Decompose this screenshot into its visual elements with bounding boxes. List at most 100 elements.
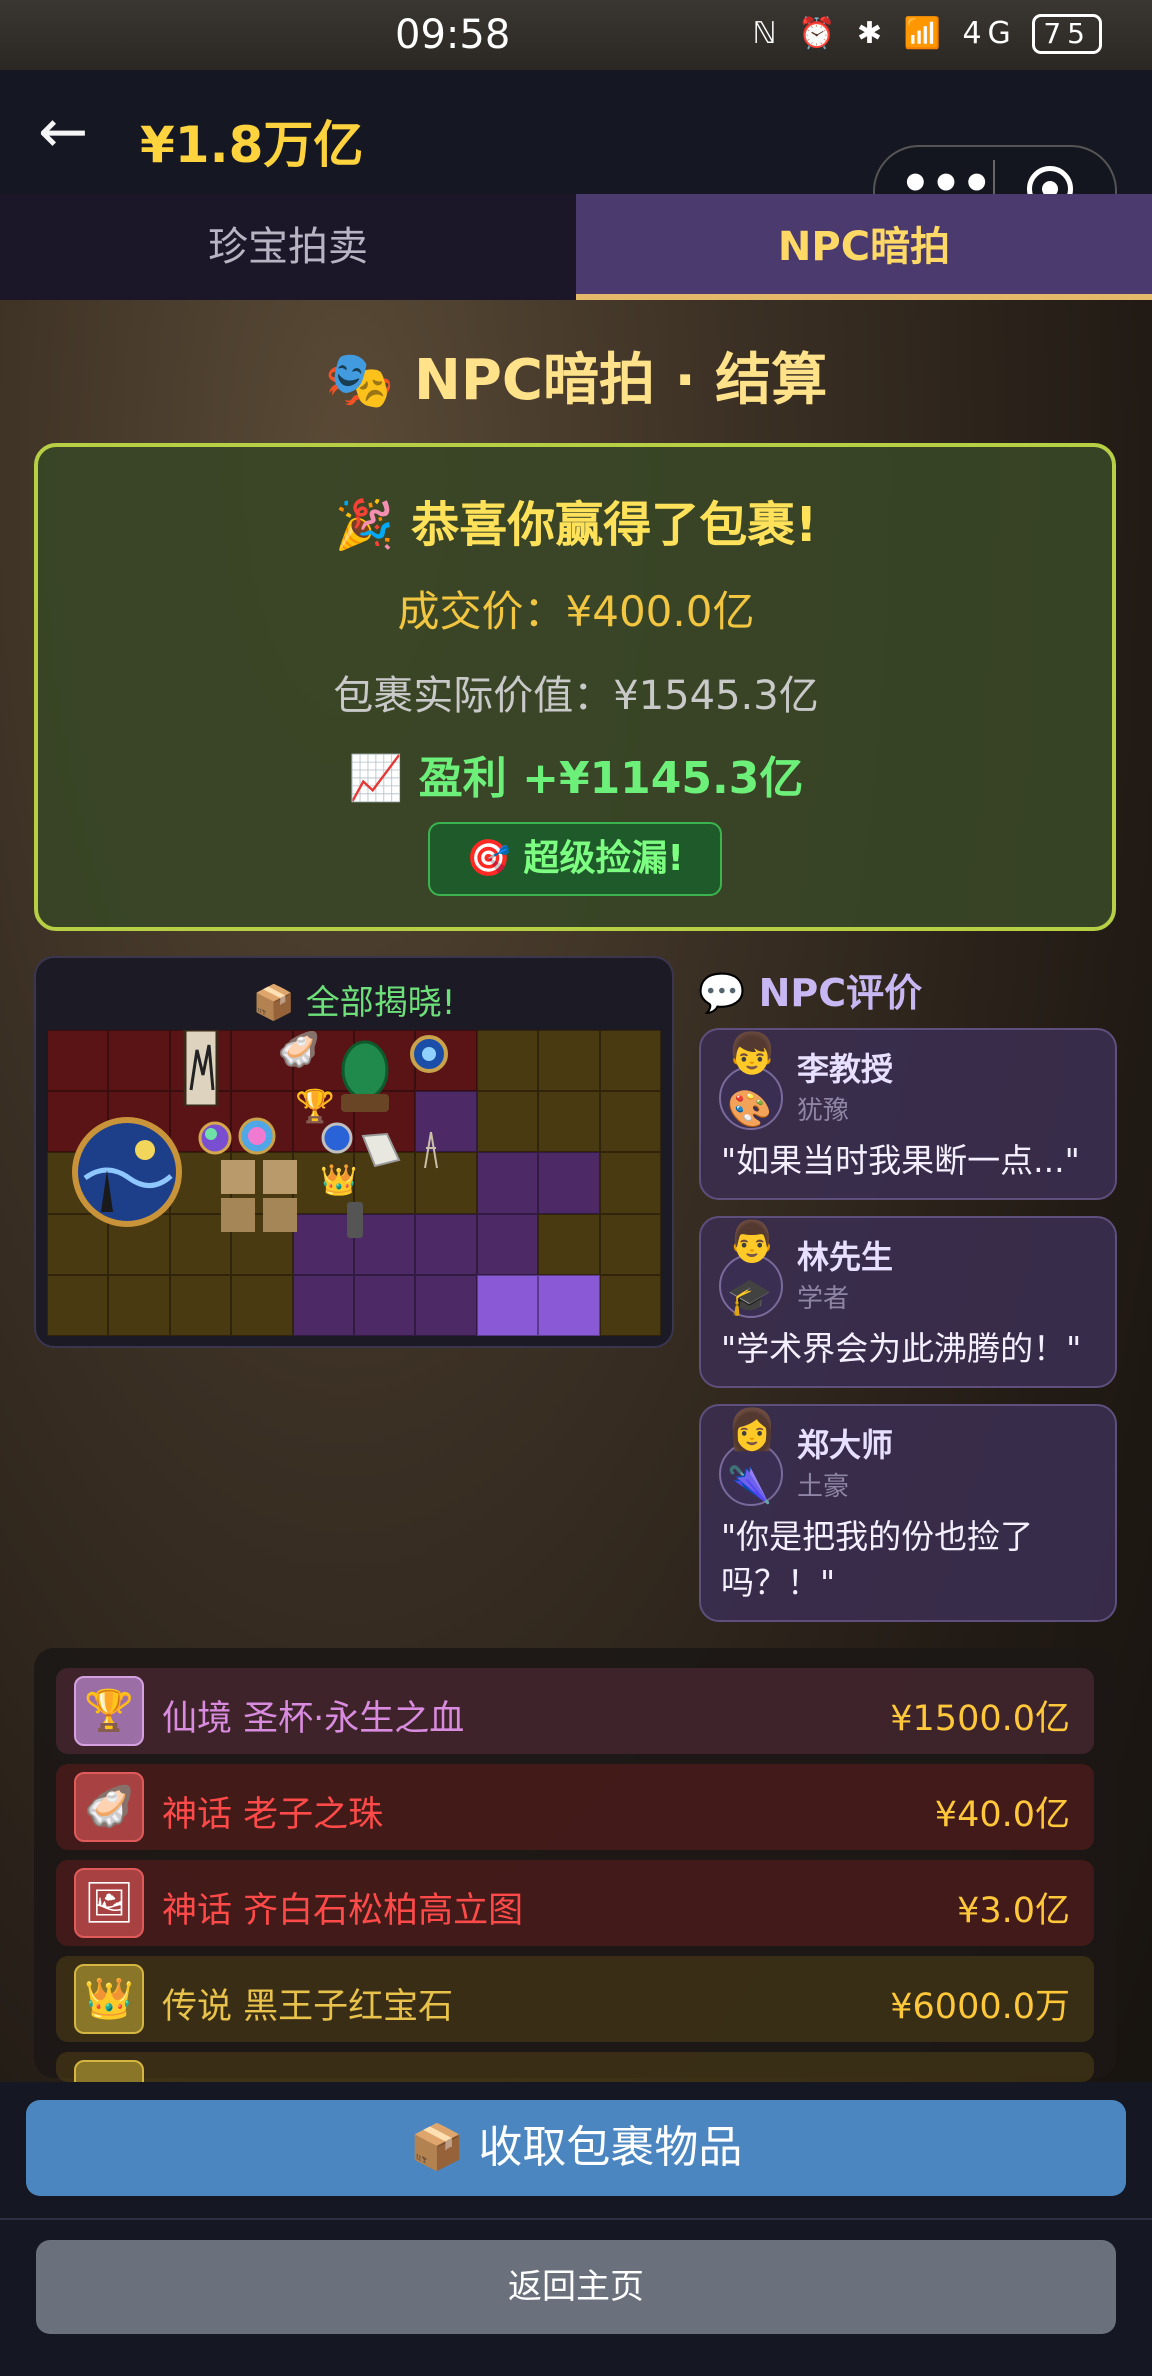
win-message: 🎉 恭喜你赢得了包裹! (0, 485, 1152, 555)
scroll-painting-icon[interactable] (183, 1030, 219, 1106)
woman-icon: 👩 (727, 1407, 777, 1453)
npc-role: 土豪 (797, 1472, 850, 1502)
npc-quote: "你是把我的份也捡了吗？！" (721, 1517, 1034, 1602)
collect-items-label: 收取包裹物品 (478, 2122, 743, 2173)
list-item[interactable]: 🖼 神话 齐白石松柏高立图 ¥3.0亿 (56, 1860, 1094, 1946)
boy-icon: 👦 (727, 1031, 777, 1077)
rainbow-orb-icon[interactable] (237, 1116, 277, 1156)
npc-comment-card: 👦 🎨 李教授 犹豫 "如果当时我果断一点..." (699, 1028, 1117, 1200)
grid-cell (47, 1030, 109, 1092)
npc-quote: "如果当时我果断一点..." (721, 1141, 1080, 1180)
npc-section-title-text: NPC评价 (758, 971, 923, 1015)
ruby-crown-icon: 👑 (74, 1964, 144, 2034)
grid-cell (354, 1274, 416, 1336)
grid-cell (476, 1030, 539, 1092)
npc-role: 犹豫 (797, 1096, 850, 1126)
item-name: 神话 老子之珠 (162, 1795, 384, 1835)
connectivity-icons: ℕ ⏰ ✱ 📶 4G (752, 16, 1017, 51)
target-icon: 🎯 (466, 838, 511, 879)
bronze-figure-icon[interactable] (419, 1130, 443, 1170)
umbrella-icon: 🌂 (727, 1465, 772, 1506)
jade-rock-icon[interactable] (325, 1036, 405, 1116)
pearl-oyster-icon[interactable]: 🦪 (278, 1030, 320, 1070)
list-item-partial[interactable] (56, 2052, 1094, 2082)
grid-cell (415, 1213, 477, 1275)
speech-bubble-icon: 💬 (698, 971, 746, 1015)
holy-grail-icon: 🏆 (74, 1676, 144, 1746)
grid-cell (538, 1091, 600, 1153)
grid-cell (599, 1030, 662, 1092)
npc-section-title: 💬 NPC评价 (698, 962, 922, 1017)
item-name: 传说 黑王子红宝石 (162, 1987, 454, 2027)
npc-comment-card: 👨 🎓 林先生 学者 "学术界会为此沸腾的！" (699, 1216, 1117, 1388)
profit-text: 盈利 +¥1145.3亿 (418, 753, 804, 804)
man-icon: 👨 (727, 1219, 777, 1265)
grid-cell (599, 1274, 662, 1336)
grid-cell (108, 1274, 170, 1336)
battery-icon: 75 (1032, 14, 1102, 54)
npc-name: 郑大师 (797, 1426, 894, 1464)
opal-gem-icon[interactable] (197, 1120, 233, 1156)
item-name: 神话 齐白石松柏高立图 (162, 1891, 524, 1931)
tab-treasure-auction[interactable]: 珍宝拍卖 (0, 194, 576, 300)
item-price: ¥6000.0万 (890, 1987, 1070, 2027)
list-item[interactable]: 👑 传说 黑王子红宝石 ¥6000.0万 (56, 1956, 1094, 2042)
npc-quote: "学术界会为此沸腾的！" (721, 1329, 1082, 1368)
grid-cell (599, 1091, 662, 1153)
badge-text: 超级捡漏! (523, 838, 684, 879)
grid-cell (47, 1274, 109, 1336)
inventory-grid: 🦪 🏆 👑 (47, 1030, 662, 1336)
deal-price: 成交价：¥400.0亿 (397, 587, 755, 636)
balance-display: ¥1.8万亿 (140, 116, 364, 174)
grid-cell (415, 1274, 477, 1336)
page-title-text: NPC暗拍 · 结算 (413, 348, 828, 413)
system-icons: ℕ ⏰ ✱ 📶 4G 75 (752, 14, 1102, 54)
grid-cell (476, 1091, 539, 1153)
tab-npc-blind-auction[interactable]: NPC暗拍 (576, 194, 1152, 300)
grid-cell (599, 1213, 662, 1275)
grid-cell (169, 1274, 232, 1336)
item-price: ¥40.0亿 (934, 1795, 1070, 1835)
item-price: ¥3.0亿 (957, 1891, 1070, 1931)
stone-tablet-icon[interactable] (343, 1200, 367, 1240)
party-popper-icon: 🎉 (334, 497, 395, 553)
etching-set-icon[interactable] (219, 1158, 299, 1234)
collect-items-button[interactable]: 📦 收取包裹物品 (26, 2100, 1126, 2196)
painting-icon: 🖼 (74, 1868, 144, 1938)
page-title: 🎭 NPC暗拍 · 结算 (0, 335, 1152, 416)
divider (0, 2218, 1152, 2220)
jade-pendant-icon[interactable] (357, 1130, 403, 1170)
grid-cell (538, 1274, 600, 1336)
black-prince-ruby-icon[interactable]: 👑 (319, 1160, 359, 1200)
item-price: ¥1500.0亿 (890, 1699, 1070, 1739)
list-item[interactable]: 🦪 神话 老子之珠 ¥40.0亿 (56, 1764, 1094, 1850)
sapphire-brooch-icon[interactable] (319, 1120, 355, 1156)
package-icon: 📦 (409, 2122, 465, 2173)
back-arrow-icon[interactable]: ← (38, 102, 88, 162)
blue-medallion-icon[interactable] (409, 1034, 449, 1074)
return-home-button[interactable]: 返回主页 (36, 2240, 1116, 2334)
list-item[interactable]: 🏆 仙境 圣杯·永生之血 ¥1500.0亿 (56, 1668, 1094, 1754)
grid-cell (108, 1030, 170, 1092)
item-thumbnail (74, 2060, 144, 2082)
grid-cell (538, 1152, 600, 1214)
profit: 📈 盈利 +¥1145.3亿 (0, 742, 1152, 806)
grid-cell (231, 1274, 293, 1336)
actual-value: 包裹实际价值：¥1545.3亿 (333, 673, 819, 719)
grid-cell (476, 1213, 539, 1275)
grid-cell (476, 1274, 539, 1336)
npc-name: 李教授 (797, 1050, 894, 1088)
package-icon: 📦 (252, 983, 295, 1023)
grid-cell (476, 1152, 539, 1214)
npc-comment-card: 👩 🌂 郑大师 土豪 "你是把我的份也捡了吗？！" (699, 1404, 1117, 1622)
grid-cell (538, 1030, 600, 1092)
npc-name: 林先生 (797, 1238, 894, 1276)
starry-night-icon[interactable] (71, 1116, 183, 1228)
reveal-title: 📦 全部揭晓! (34, 975, 674, 1024)
npc-role: 学者 (797, 1284, 850, 1314)
win-text: 恭喜你赢得了包裹! (411, 497, 818, 553)
chart-up-icon: 📈 (348, 753, 404, 804)
reveal-title-text: 全部揭晓! (305, 983, 456, 1023)
item-name: 仙境 圣杯·永生之血 (162, 1699, 465, 1739)
grid-cell (292, 1274, 355, 1336)
